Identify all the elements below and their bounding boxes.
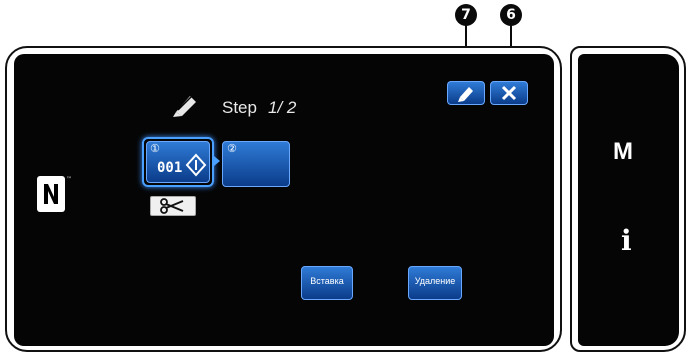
callout-marker-6: 6	[500, 4, 522, 26]
nfc-icon	[37, 176, 65, 212]
mode-button[interactable]: M	[613, 138, 633, 166]
insert-button[interactable]: Вставка	[301, 266, 353, 300]
close-button[interactable]	[490, 81, 528, 105]
callout-marker-7: 7	[455, 4, 477, 26]
side-screen	[578, 54, 679, 346]
edit-button[interactable]	[447, 81, 485, 105]
step-2-button[interactable]: ②	[222, 141, 290, 187]
step-label: Step	[222, 98, 257, 117]
step-1-code: 001	[157, 160, 183, 176]
step-1-index: ①	[150, 142, 160, 155]
close-icon	[501, 85, 517, 101]
stitch-diamond-icon	[185, 153, 207, 177]
header-pencil-icon	[170, 92, 200, 122]
step-arrow-icon	[214, 156, 220, 166]
delete-label: Удаление	[414, 276, 456, 286]
delete-button[interactable]: Удаление	[408, 266, 462, 300]
step-2-index: ②	[227, 142, 237, 155]
thread-trim-button[interactable]	[150, 196, 196, 216]
insert-label: Вставка	[310, 276, 344, 286]
nfc-trademark: ™	[66, 176, 72, 183]
scissors-icon	[160, 198, 184, 214]
info-button[interactable]: i	[621, 224, 632, 257]
step-1-button[interactable]: ① 001	[146, 141, 210, 183]
step-counter: 1/ 2	[268, 98, 297, 117]
pencil-icon	[458, 87, 473, 102]
